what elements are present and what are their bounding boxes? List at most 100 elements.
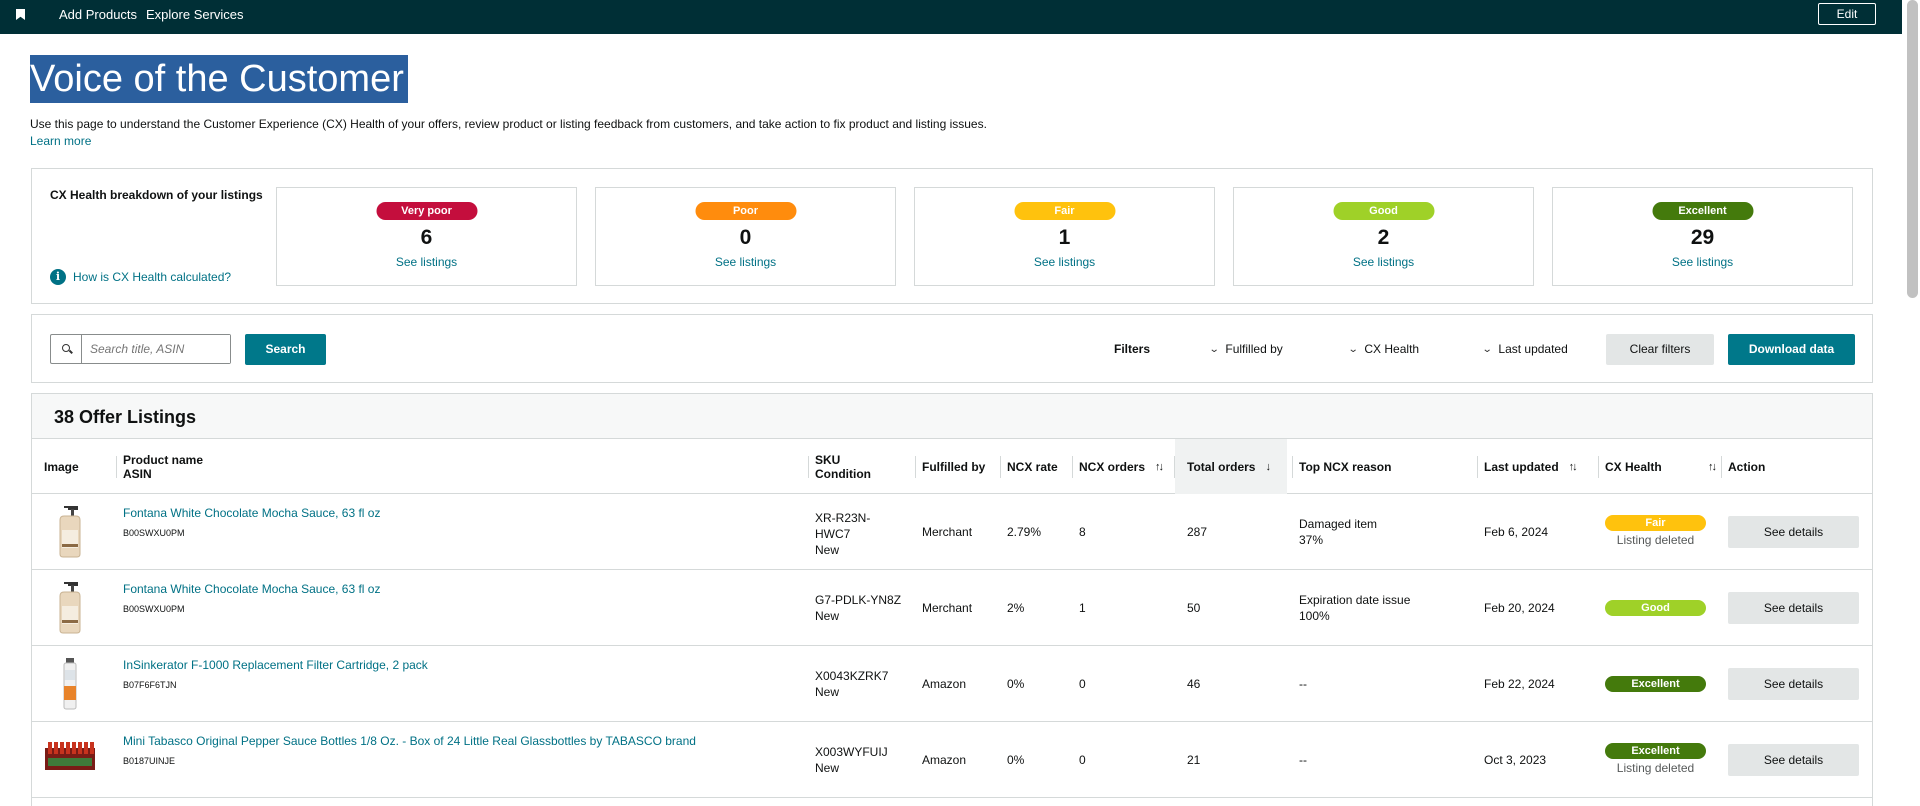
learn-more-link[interactable]: Learn more bbox=[30, 134, 91, 148]
col-cx-health[interactable]: CX Health ↑↓ bbox=[1598, 439, 1717, 494]
see-listings-link[interactable]: See listings bbox=[1553, 255, 1852, 269]
tabasco-box-image bbox=[45, 742, 95, 770]
col-sku: SKU Condition bbox=[808, 439, 871, 494]
ncx-rate-cell: 2.79% bbox=[1007, 525, 1042, 539]
filter-image bbox=[63, 658, 77, 710]
health-card-fair: Fair 1 See listings bbox=[914, 187, 1215, 286]
fulfilled-by-cell: Amazon bbox=[922, 753, 967, 767]
see-details-button[interactable]: See details bbox=[1728, 744, 1859, 776]
bottle-image bbox=[59, 582, 81, 634]
col-product-name: Product name ASIN bbox=[116, 439, 203, 494]
product-name-link[interactable]: Mini Tabasco Original Pepper Sauce Bottl… bbox=[123, 734, 696, 748]
bookmark-icon[interactable] bbox=[16, 9, 25, 20]
sort-icon[interactable]: ↑↓ bbox=[1708, 461, 1717, 473]
top-reason-cell: Expiration date issue 100% bbox=[1299, 593, 1411, 623]
product-name-link[interactable]: Fontana White Chocolate Mocha Sauce, 63 … bbox=[123, 506, 380, 520]
search-input[interactable] bbox=[82, 335, 230, 363]
table-row: Fontana White Chocolate Mocha Sauce, 63 … bbox=[32, 570, 1872, 646]
ncx-orders-cell: 0 bbox=[1079, 753, 1086, 767]
fulfilled-by-cell: Amazon bbox=[922, 677, 967, 691]
health-pill: Excellent bbox=[1652, 202, 1753, 220]
see-listings-link[interactable]: See listings bbox=[915, 255, 1214, 269]
search-button[interactable]: Search bbox=[245, 334, 326, 365]
cx-health-how-label[interactable]: How is CX Health calculated? bbox=[73, 270, 231, 284]
search-icon bbox=[51, 335, 82, 363]
col-last-updated[interactable]: Last updated ↑↓ bbox=[1477, 439, 1578, 494]
last-updated-cell: Feb 6, 2024 bbox=[1484, 525, 1549, 539]
listings-title: 38 Offer Listings bbox=[54, 407, 197, 427]
health-count: 6 bbox=[420, 226, 433, 249]
total-orders-cell: 46 bbox=[1187, 677, 1201, 691]
sort-icon[interactable]: ↑↓ bbox=[1155, 461, 1164, 473]
cx-health-how-link[interactable]: i How is CX Health calculated? bbox=[50, 269, 231, 285]
listings-header: 38 Offer Listings bbox=[32, 394, 1872, 439]
col-total-orders[interactable]: Total orders ↓ bbox=[1174, 439, 1287, 494]
health-card-good: Good 2 See listings bbox=[1233, 187, 1534, 286]
chevron-down-icon: ⌄ bbox=[1208, 343, 1220, 355]
clear-filters-button[interactable]: Clear filters bbox=[1606, 334, 1714, 365]
table-row: InSinkerator F-1000 Replacement Filter C… bbox=[32, 646, 1872, 722]
top-reason-cell: -- bbox=[1299, 677, 1307, 691]
see-listings-link[interactable]: See listings bbox=[277, 255, 576, 269]
col-action: Action bbox=[1721, 439, 1765, 494]
health-card-very-poor: Very poor 6 See listings bbox=[276, 187, 577, 286]
col-ncx-orders[interactable]: NCX orders ↑↓ bbox=[1072, 439, 1164, 494]
chevron-down-icon: ⌄ bbox=[1347, 343, 1359, 355]
health-count: 2 bbox=[1377, 226, 1390, 249]
listing-deleted-label: Listing deleted bbox=[1616, 533, 1695, 547]
sku-cell: X0043KZRK7 New bbox=[815, 669, 889, 699]
ncx-orders-cell: 8 bbox=[1079, 525, 1086, 539]
health-card-poor: Poor 0 See listings bbox=[595, 187, 896, 286]
scrollbar[interactable] bbox=[1902, 0, 1920, 806]
chevron-down-icon: ⌄ bbox=[1481, 343, 1493, 355]
product-name-link[interactable]: InSinkerator F-1000 Replacement Filter C… bbox=[123, 658, 428, 672]
top-reason-cell: -- bbox=[1299, 753, 1307, 767]
cx-health-panel: CX Health breakdown of your listings i H… bbox=[31, 168, 1873, 304]
fulfilled-by-cell: Merchant bbox=[922, 525, 973, 539]
top-nav-bar: Add Products Explore Services Edit bbox=[0, 0, 1920, 34]
download-data-button[interactable]: Download data bbox=[1728, 334, 1855, 365]
table-row: Mini Tabasco Original Pepper Sauce Bottl… bbox=[32, 722, 1872, 798]
filter-fulfilled-by-label: Fulfilled by bbox=[1225, 342, 1283, 356]
see-details-button[interactable]: See details bbox=[1728, 592, 1859, 624]
see-listings-link[interactable]: See listings bbox=[1234, 255, 1533, 269]
sort-icon[interactable]: ↑↓ bbox=[1569, 461, 1578, 473]
product-asin: B00SWXU0PM bbox=[123, 604, 185, 614]
nav-explore-services[interactable]: Explore Services bbox=[146, 7, 244, 22]
health-pill: Good bbox=[1333, 202, 1434, 220]
cx-health-badge: Excellent bbox=[1605, 743, 1706, 759]
cx-health-badge: Fair bbox=[1605, 515, 1706, 531]
col-fulfilled-by: Fulfilled by bbox=[915, 439, 985, 494]
product-asin: B07F6F6TJN bbox=[123, 680, 177, 690]
ncx-orders-cell: 1 bbox=[1079, 601, 1086, 615]
listing-deleted-label: Listing deleted bbox=[1616, 761, 1695, 775]
sort-descending-icon[interactable]: ↓ bbox=[1265, 461, 1270, 473]
filter-fulfilled-by[interactable]: ⌄ Fulfilled by bbox=[1208, 342, 1283, 356]
sku-cell: G7-PDLK-YN8Z New bbox=[815, 593, 902, 623]
nav-add-products[interactable]: Add Products bbox=[59, 7, 137, 22]
info-icon: i bbox=[50, 269, 66, 285]
see-details-button[interactable]: See details bbox=[1728, 516, 1859, 548]
ncx-rate-cell: 2% bbox=[1007, 601, 1025, 615]
page-description: Use this page to understand the Customer… bbox=[30, 117, 987, 131]
product-name-link[interactable]: Fontana White Chocolate Mocha Sauce, 63 … bbox=[123, 582, 380, 596]
filters-label: Filters bbox=[1114, 342, 1151, 356]
health-pill: Fair bbox=[1014, 202, 1115, 220]
last-updated-cell: Feb 20, 2024 bbox=[1484, 601, 1555, 615]
see-details-button[interactable]: See details bbox=[1728, 668, 1859, 700]
edit-button[interactable]: Edit bbox=[1818, 3, 1876, 25]
col-image: Image bbox=[44, 459, 79, 474]
health-pill: Poor bbox=[695, 202, 796, 220]
col-top-ncx-reason: Top NCX reason bbox=[1292, 439, 1391, 494]
top-reason-cell: Damaged item 37% bbox=[1299, 517, 1378, 547]
cx-health-title: CX Health breakdown of your listings bbox=[50, 188, 263, 202]
filter-last-updated[interactable]: ⌄ Last updated bbox=[1481, 342, 1568, 356]
health-card-excellent: Excellent 29 See listings bbox=[1552, 187, 1853, 286]
cx-health-badge: Excellent bbox=[1605, 676, 1706, 692]
scrollbar-thumb[interactable] bbox=[1907, 0, 1918, 298]
sku-cell: X003WYFUIJ New bbox=[815, 745, 888, 775]
filter-cx-health[interactable]: ⌄ CX Health bbox=[1347, 342, 1419, 356]
cx-health-badge: Good bbox=[1605, 600, 1706, 616]
sku-cell: XR-R23N- HWC7 New bbox=[815, 511, 871, 557]
see-listings-link[interactable]: See listings bbox=[596, 255, 895, 269]
